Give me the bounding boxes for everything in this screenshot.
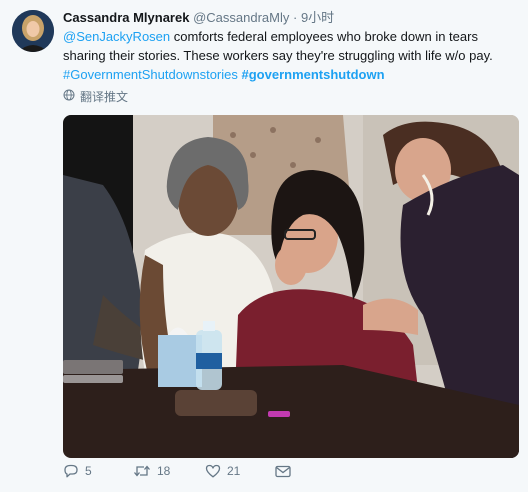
direct-message-button[interactable] — [275, 465, 291, 478]
translate-tweet[interactable]: 翻译推文 — [63, 88, 128, 105]
retweet-count: 18 — [157, 464, 171, 478]
tweet-actions: 5 18 21 — [63, 464, 291, 478]
tweet-header: Cassandra Mlynarek @CassandraMly · 9小时 — [63, 10, 518, 26]
heart-icon — [205, 464, 221, 478]
reply-icon — [63, 464, 79, 478]
retweet-icon — [133, 464, 151, 478]
direct-message-icon — [275, 465, 291, 478]
author-handle[interactable]: @CassandraMly — [193, 10, 289, 25]
reply-count: 5 — [85, 464, 92, 478]
retweet-button[interactable]: 18 — [133, 464, 205, 478]
reply-button[interactable]: 5 — [63, 464, 133, 478]
tweet-time[interactable]: 9小时 — [301, 10, 334, 25]
tweet-card: Cassandra Mlynarek @CassandraMly · 9小时 @… — [0, 0, 528, 492]
hashtag-link-2[interactable]: #governmentshutdown — [242, 67, 385, 82]
like-count: 21 — [227, 464, 241, 478]
tweet-photo[interactable] — [63, 115, 519, 458]
tweet-text: @SenJackyRosen comforts federal employee… — [63, 27, 518, 84]
separator: · — [292, 10, 298, 25]
mention-link[interactable]: @SenJackyRosen — [63, 29, 170, 44]
like-button[interactable]: 21 — [205, 464, 275, 478]
translate-label: 翻译推文 — [80, 90, 129, 104]
avatar[interactable] — [12, 10, 54, 52]
globe-icon — [63, 89, 75, 104]
author-name[interactable]: Cassandra Mlynarek — [63, 10, 189, 25]
hashtag-link-1[interactable]: #GovernmentShutdownstories — [63, 67, 238, 82]
